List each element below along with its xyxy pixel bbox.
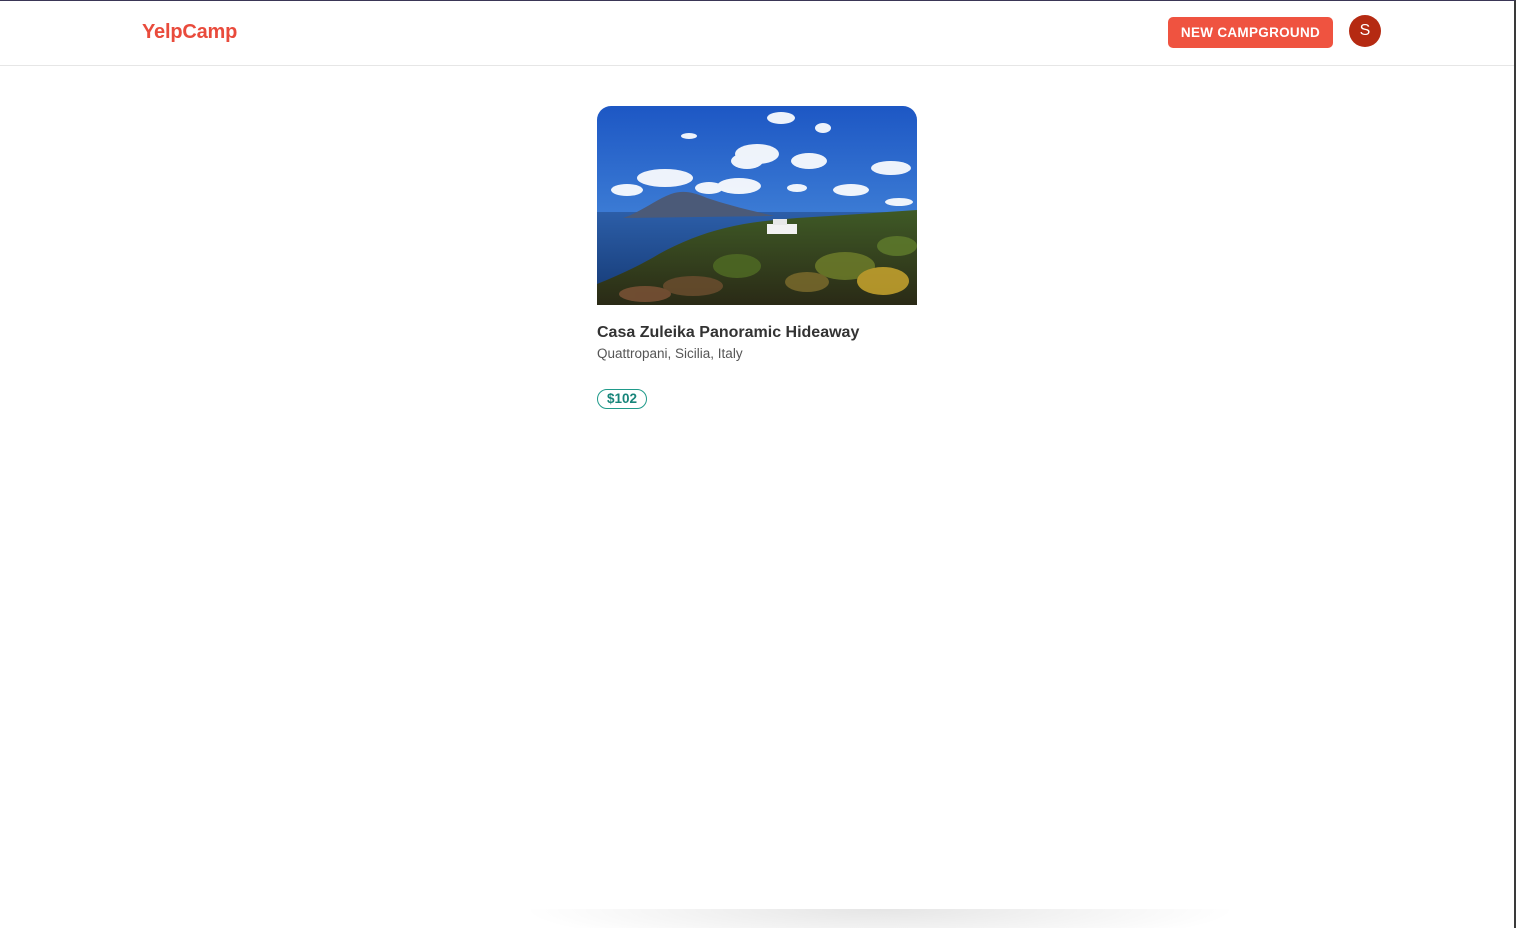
campground-card[interactable]: Casa Zuleika Panoramic Hideaway Quattrop… [597,106,917,409]
bottom-shadow [520,909,1240,928]
avatar[interactable]: S [1349,15,1381,47]
new-campground-button[interactable]: NEW CAMPGROUND [1168,17,1333,48]
landscape-photo [597,106,917,305]
price-badge: $102 [597,389,648,409]
campground-title[interactable]: Casa Zuleika Panoramic Hideaway [597,324,917,342]
navbar: YelpCamp NEW CAMPGROUND S [0,1,1514,66]
campground-image[interactable] [597,106,917,305]
app-window: YelpCamp NEW CAMPGROUND S Casa Zuleika P… [0,0,1516,928]
logo[interactable]: YelpCamp [142,21,237,44]
campground-location: Quattropani, Sicilia, Italy [597,346,743,361]
